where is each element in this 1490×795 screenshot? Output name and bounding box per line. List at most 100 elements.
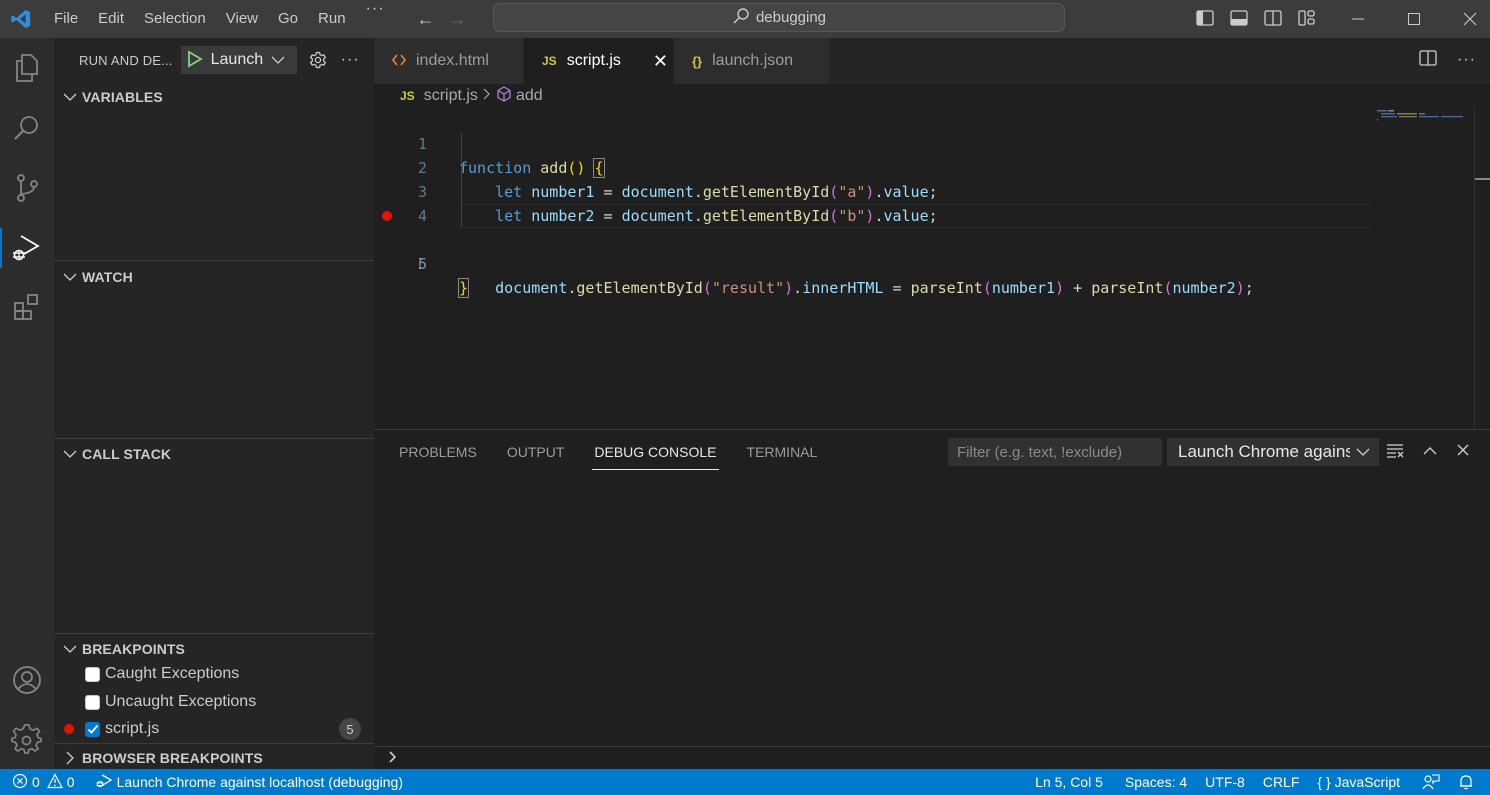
chevron-down-icon: [62, 269, 78, 285]
menu-run[interactable]: Run: [308, 0, 356, 38]
debug-console-input[interactable]: [374, 746, 1490, 770]
search-icon[interactable]: [0, 100, 54, 156]
close-panel-icon[interactable]: [1456, 443, 1470, 460]
braces-icon: { }: [1317, 774, 1331, 790]
breakpoint-label: script.js: [105, 720, 160, 737]
source-control-icon[interactable]: [0, 160, 54, 216]
close-window-icon[interactable]: [1442, 0, 1490, 38]
toggle-panel-icon[interactable]: [1229, 8, 1249, 28]
token: =: [892, 279, 902, 297]
breakpoint-dot-icon[interactable]: [382, 211, 392, 221]
error-icon: [12, 773, 28, 792]
command-center-search[interactable]: debugging: [493, 3, 1065, 32]
debug-console-filter-input[interactable]: [948, 438, 1162, 466]
minimize-icon[interactable]: [1330, 0, 1386, 38]
manage-gear-icon[interactable]: [0, 712, 54, 768]
eol-status[interactable]: CRLF: [1257, 769, 1306, 795]
menu-edit[interactable]: Edit: [88, 0, 134, 38]
call-stack-title: CALL STACK: [82, 446, 172, 462]
watch-section-header[interactable]: WATCH: [54, 260, 374, 289]
code-line: 3 let number2 = document.getElementById(…: [374, 156, 1374, 225]
menu-go[interactable]: Go: [268, 0, 308, 38]
start-debugging-icon[interactable]: [187, 49, 203, 71]
tab-terminal[interactable]: TERMINAL: [747, 430, 818, 474]
breakpoints-section-header[interactable]: BREAKPOINTS: [54, 633, 374, 661]
chevron-down-icon: [271, 53, 285, 68]
breakpoint-item[interactable]: Caught Exceptions: [54, 661, 374, 687]
breakpoint-item[interactable]: Uncaught Exceptions: [54, 689, 374, 715]
tab-launch-json[interactable]: {} launch.json: [674, 38, 830, 84]
launch-config-dropdown[interactable]: Launch: [180, 46, 297, 74]
problems-status[interactable]: 0 0: [0, 769, 81, 795]
search-icon: [732, 7, 750, 28]
checkmark-icon: [87, 724, 98, 734]
debug-session-status[interactable]: Launch Chrome against localhost (debuggi…: [89, 769, 409, 795]
vscode-logo-icon: [6, 4, 36, 34]
tab-output[interactable]: OUTPUT: [507, 430, 565, 474]
split-editor-icon[interactable]: [1419, 50, 1437, 69]
variables-title: VARIABLES: [82, 89, 163, 105]
script-js-breakpoint-checkbox[interactable]: [85, 721, 100, 737]
breadcrumb-file[interactable]: script.js: [424, 87, 478, 105]
toggle-secondary-sidebar-icon[interactable]: [1263, 8, 1283, 28]
activity-bar: [0, 38, 54, 769]
code-editor[interactable]: 1 function add() { 2 let number1 = docum…: [374, 108, 1474, 428]
language-label: JavaScript: [1334, 774, 1400, 790]
breakpoint-label: Caught Exceptions: [105, 665, 240, 682]
notifications-bell-icon[interactable]: [1452, 769, 1480, 795]
back-arrow-icon[interactable]: ←: [417, 9, 435, 30]
menu-selection[interactable]: Selection: [134, 0, 216, 38]
maximize-icon[interactable]: [1386, 0, 1442, 38]
menu-file[interactable]: File: [44, 0, 88, 38]
symbol-method-icon: [496, 85, 512, 107]
extensions-icon[interactable]: [0, 280, 54, 336]
launch-config-label: Launch: [210, 51, 264, 68]
forward-arrow-icon[interactable]: →: [449, 9, 467, 30]
caught-exceptions-checkbox[interactable]: [85, 666, 100, 682]
token: +: [1073, 279, 1083, 297]
breakpoint-dot-icon: [64, 724, 74, 734]
run-and-debug-icon[interactable]: [0, 220, 54, 276]
variables-section-header[interactable]: VARIABLES: [54, 86, 374, 108]
accounts-icon[interactable]: [0, 652, 54, 708]
close-tab-icon[interactable]: ✕: [653, 51, 668, 72]
editor-scrollbar[interactable]: [1474, 108, 1490, 428]
token: ;: [1244, 279, 1254, 297]
customize-layout-icon[interactable]: [1297, 8, 1317, 28]
maximize-panel-chevron-up-icon[interactable]: [1422, 444, 1438, 459]
indentation-status[interactable]: Spaces: 4: [1119, 769, 1193, 795]
menu-more-button[interactable]: ···: [356, 0, 395, 38]
editor-tabs: index.html JS script.js ✕ {} launch.json…: [374, 38, 1490, 84]
cursor-position[interactable]: Ln 5, Col 5: [1029, 769, 1109, 795]
menu-view[interactable]: View: [216, 0, 268, 38]
debug-session-text: Launch Chrome against localhost (debuggi…: [116, 774, 403, 790]
token: (: [702, 279, 712, 297]
uncaught-exceptions-checkbox[interactable]: [85, 694, 100, 710]
debug-session-dropdown[interactable]: Launch Chrome against localhost (debuggi…: [1167, 438, 1379, 466]
clear-console-icon[interactable]: [1386, 442, 1404, 461]
token: number2: [1172, 279, 1236, 297]
more-actions-button[interactable]: ···: [341, 51, 360, 69]
tab-debug-console[interactable]: DEBUG CONSOLE: [592, 430, 719, 474]
title-bar: File Edit Selection View Go Run ··· ← → …: [0, 0, 1490, 38]
chevron-down-icon: [62, 446, 78, 462]
encoding-status[interactable]: UTF-8: [1199, 769, 1251, 795]
call-stack-section-header[interactable]: CALL STACK: [54, 438, 374, 466]
browser-breakpoints-section-header[interactable]: BROWSER BREAKPOINTS: [54, 743, 374, 769]
status-bar: 0 0 Launch Chrome against localhost (deb…: [0, 769, 1490, 795]
code-line: 4: [374, 180, 1374, 225]
error-count: 0: [32, 774, 40, 790]
feedback-icon[interactable]: [1416, 769, 1446, 795]
tab-script-js[interactable]: JS script.js ✕: [524, 38, 674, 84]
tab-problems[interactable]: PROBLEMS: [399, 430, 477, 474]
chevron-down-icon: [1356, 445, 1370, 460]
editor-more-actions-icon[interactable]: ···: [1457, 51, 1476, 69]
breadcrumb-symbol[interactable]: add: [516, 87, 543, 105]
minimap[interactable]: [1375, 108, 1475, 128]
breakpoint-item[interactable]: script.js 5: [54, 716, 374, 742]
explorer-icon[interactable]: [0, 40, 54, 96]
toggle-primary-sidebar-icon[interactable]: [1195, 8, 1215, 28]
tab-index-html[interactable]: index.html: [374, 38, 524, 84]
gear-icon[interactable]: [309, 51, 327, 69]
language-mode-status[interactable]: { } JavaScript: [1311, 769, 1406, 795]
